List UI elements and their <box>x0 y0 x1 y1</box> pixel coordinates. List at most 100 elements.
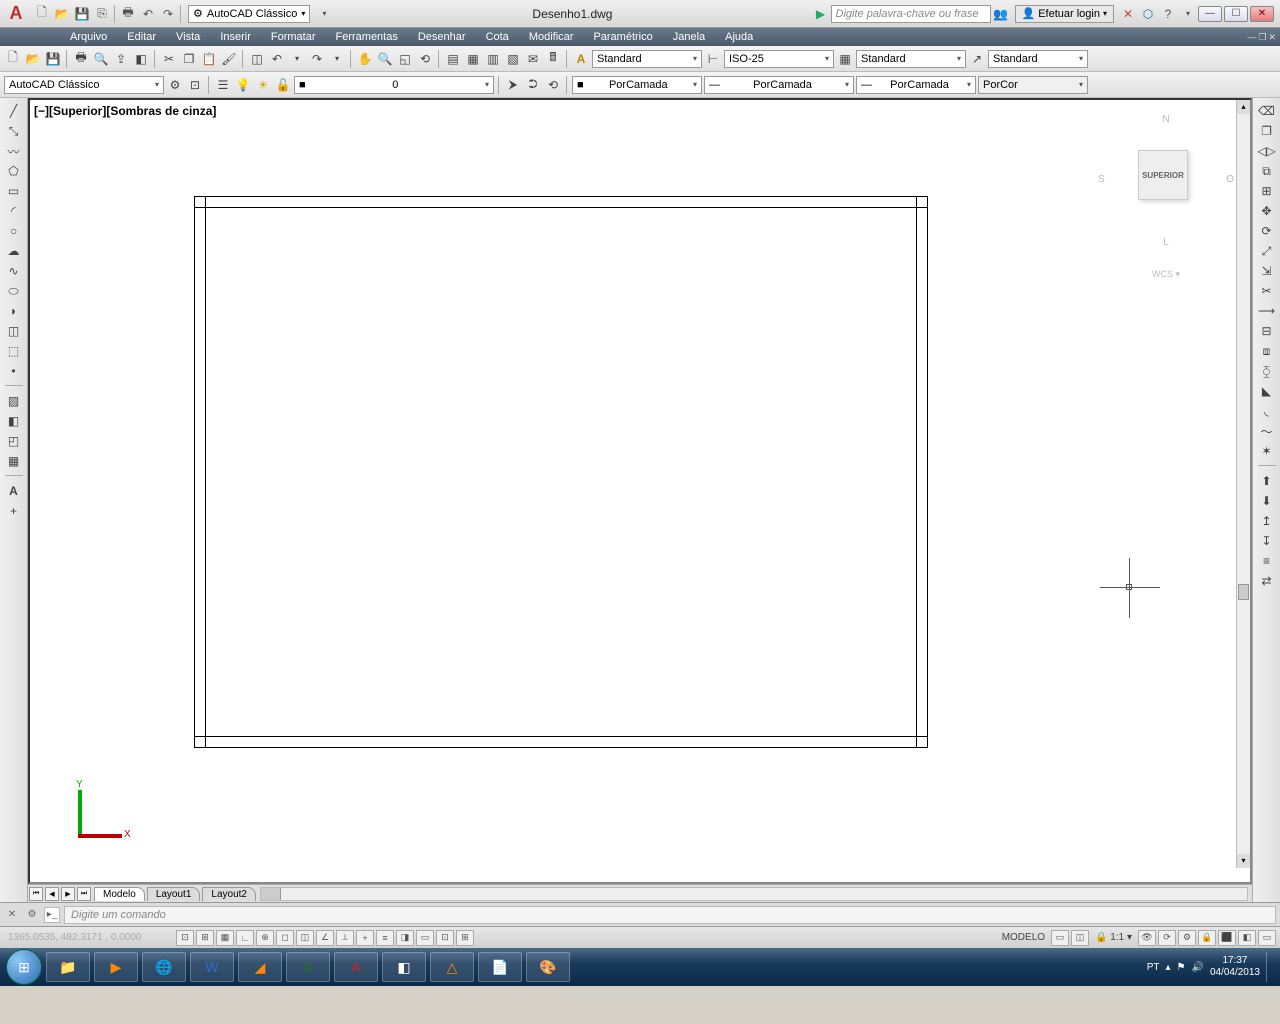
move-icon[interactable]: ✥ <box>1258 202 1276 220</box>
lineweight-dropdown[interactable]: — PorCamada <box>856 76 976 94</box>
start-button[interactable]: ⊞ <box>6 949 42 985</box>
clean-screen-icon[interactable]: ▭ <box>1258 930 1276 946</box>
sc-icon[interactable]: ⊡ <box>436 930 454 946</box>
tray-up-icon[interactable]: ▴ <box>1165 962 1170 973</box>
3ddwf-icon[interactable]: ◧ <box>132 50 150 68</box>
zoom-realtime-icon[interactable]: 🔍 <box>376 50 394 68</box>
doc-restore-icon[interactable]: ❐ <box>1258 32 1266 43</box>
layer-prop-manager-icon[interactable]: ☰ <box>214 76 232 94</box>
menu-janela[interactable]: Janela <box>663 31 715 43</box>
zoom-previous-icon[interactable]: ⟲ <box>416 50 434 68</box>
layer-freeze-icon[interactable]: ☀ <box>254 76 272 94</box>
menu-editar[interactable]: Editar <box>117 31 166 43</box>
doc-close-icon[interactable]: ✕ <box>1268 32 1276 43</box>
auto-scale-icon[interactable]: ⟳ <box>1158 930 1176 946</box>
draw-order-front-icon[interactable]: ⬆ <box>1258 472 1276 490</box>
task-excel-icon[interactable]: X <box>286 952 330 982</box>
menu-arquivo[interactable]: Arquivo <box>60 31 117 43</box>
erase-icon[interactable]: ⌫ <box>1258 102 1276 120</box>
mleader-style-dropdown[interactable]: Standard <box>988 50 1088 68</box>
text-style-dropdown[interactable]: Standard <box>592 50 702 68</box>
layer-lock-icon[interactable]: 🔓 <box>274 76 292 94</box>
tray-volume-icon[interactable]: 🔊 <box>1191 962 1203 973</box>
task-paint-icon[interactable]: 🎨 <box>526 952 570 982</box>
stretch-icon[interactable]: ⇲ <box>1258 262 1276 280</box>
workspace-settings-icon[interactable]: ⚙ <box>166 76 184 94</box>
tabs-next-icon[interactable]: ▶ <box>61 887 75 901</box>
viewport-label[interactable]: [−][Superior][Sombras de cinza] <box>34 104 216 118</box>
undo-icon[interactable]: ↶ <box>268 50 286 68</box>
annotation-visible-icon[interactable]: 👁 <box>1138 930 1156 946</box>
cmd-close-icon[interactable]: ✕ <box>4 907 20 923</box>
polar-icon[interactable]: ⊕ <box>256 930 274 946</box>
revision-cloud-icon[interactable]: ☁ <box>5 242 23 260</box>
task-app2-icon[interactable]: ◧ <box>382 952 426 982</box>
copy-obj-icon[interactable]: ❐ <box>1258 122 1276 140</box>
table-style-dropdown[interactable]: Standard <box>856 50 966 68</box>
redo-icon[interactable]: ↷ <box>159 5 177 23</box>
mleader-style-icon[interactable]: ↗ <box>968 50 986 68</box>
mirror-icon[interactable]: ◁▷ <box>1258 142 1276 160</box>
sign-in-button[interactable]: 👤Efetuar login▾ <box>1015 5 1114 23</box>
am-icon[interactable]: ⊞ <box>456 930 474 946</box>
insert-block-icon[interactable]: ◫ <box>5 322 23 340</box>
lwt-icon[interactable]: ≡ <box>376 930 394 946</box>
show-desktop-button[interactable] <box>1266 952 1274 982</box>
plot-preview-icon[interactable]: 🔍 <box>92 50 110 68</box>
menu-formatar[interactable]: Formatar <box>261 31 326 43</box>
menu-ferramentas[interactable]: Ferramentas <box>326 31 408 43</box>
cmd-options-icon[interactable]: ⚙ <box>24 907 40 923</box>
zoom-window-icon[interactable]: ◱ <box>396 50 414 68</box>
rectangle-icon[interactable]: ▭ <box>5 182 23 200</box>
task-explorer-icon[interactable]: 📁 <box>46 952 90 982</box>
maximize-button[interactable]: ☐ <box>1224 6 1248 22</box>
table-style-icon[interactable]: ▦ <box>836 50 854 68</box>
make-block-icon[interactable]: ⬚ <box>5 342 23 360</box>
ortho-icon[interactable]: ∟ <box>236 930 254 946</box>
ellipse-icon[interactable]: ⬭ <box>5 282 23 300</box>
task-wmp-icon[interactable]: ▶ <box>94 952 138 982</box>
saveas-icon[interactable]: ⎘ <box>93 5 111 23</box>
chamfer-icon[interactable]: ◣ <box>1258 382 1276 400</box>
wcs-dropdown[interactable]: WCS ▾ <box>1152 269 1180 280</box>
trim-icon[interactable]: ✂ <box>1258 282 1276 300</box>
array-icon[interactable]: ⊞ <box>1258 182 1276 200</box>
drawing-canvas[interactable]: [−][Superior][Sombras de cinza] Y X N S … <box>28 98 1252 884</box>
3dosnap-icon[interactable]: ◫ <box>296 930 314 946</box>
qat-options-icon[interactable]: ▾ <box>315 5 333 23</box>
dim-style-dropdown[interactable]: ISO-25 <box>724 50 834 68</box>
save-icon[interactable]: 💾 <box>44 50 62 68</box>
scale-icon[interactable]: ⤢ <box>1258 242 1276 260</box>
grid-icon[interactable]: ▦ <box>216 930 234 946</box>
task-chrome-icon[interactable]: 🌐 <box>142 952 186 982</box>
draw-order-under-icon[interactable]: ↧ <box>1258 532 1276 550</box>
fillet-icon[interactable]: ◟ <box>1258 402 1276 420</box>
pan-icon[interactable]: ✋ <box>356 50 374 68</box>
minimize-button[interactable]: — <box>1198 6 1222 22</box>
markup-icon[interactable]: ✉ <box>524 50 542 68</box>
layer-dropdown[interactable]: ■ 0 <box>294 76 494 94</box>
table-icon[interactable]: ▦ <box>5 452 23 470</box>
break-at-point-icon[interactable]: ⊟ <box>1258 322 1276 340</box>
construction-line-icon[interactable]: ⤡ <box>5 122 23 140</box>
circle-icon[interactable]: ○ <box>5 222 23 240</box>
quickcalc-icon[interactable]: 🖩 <box>544 50 562 68</box>
stay-connected-icon[interactable]: ⬡ <box>1139 5 1157 23</box>
rotate-icon[interactable]: ⟳ <box>1258 222 1276 240</box>
task-word-icon[interactable]: W <box>190 952 234 982</box>
new-icon[interactable]: 🗋 <box>33 5 51 23</box>
horizontal-scrollbar[interactable] <box>260 887 1248 901</box>
plot-icon[interactable]: 🖶 <box>72 50 90 68</box>
design-center-icon[interactable]: ▦ <box>464 50 482 68</box>
line-icon[interactable]: ╱ <box>5 102 23 120</box>
offset-icon[interactable]: ⧉ <box>1258 162 1276 180</box>
menu-parametrico[interactable]: Paramétrico <box>583 31 662 43</box>
quickview-layouts-icon[interactable]: ▭ <box>1051 930 1069 946</box>
make-current-icon[interactable]: ⮞ <box>504 76 522 94</box>
cut-icon[interactable]: ✂ <box>160 50 178 68</box>
ellipse-arc-icon[interactable]: ◗ <box>5 302 23 320</box>
task-vlc-icon[interactable]: △ <box>430 952 474 982</box>
menu-vista[interactable]: Vista <box>166 31 210 43</box>
menu-modificar[interactable]: Modificar <box>519 31 584 43</box>
workspace-switch-icon[interactable]: ⚙ <box>1178 930 1196 946</box>
